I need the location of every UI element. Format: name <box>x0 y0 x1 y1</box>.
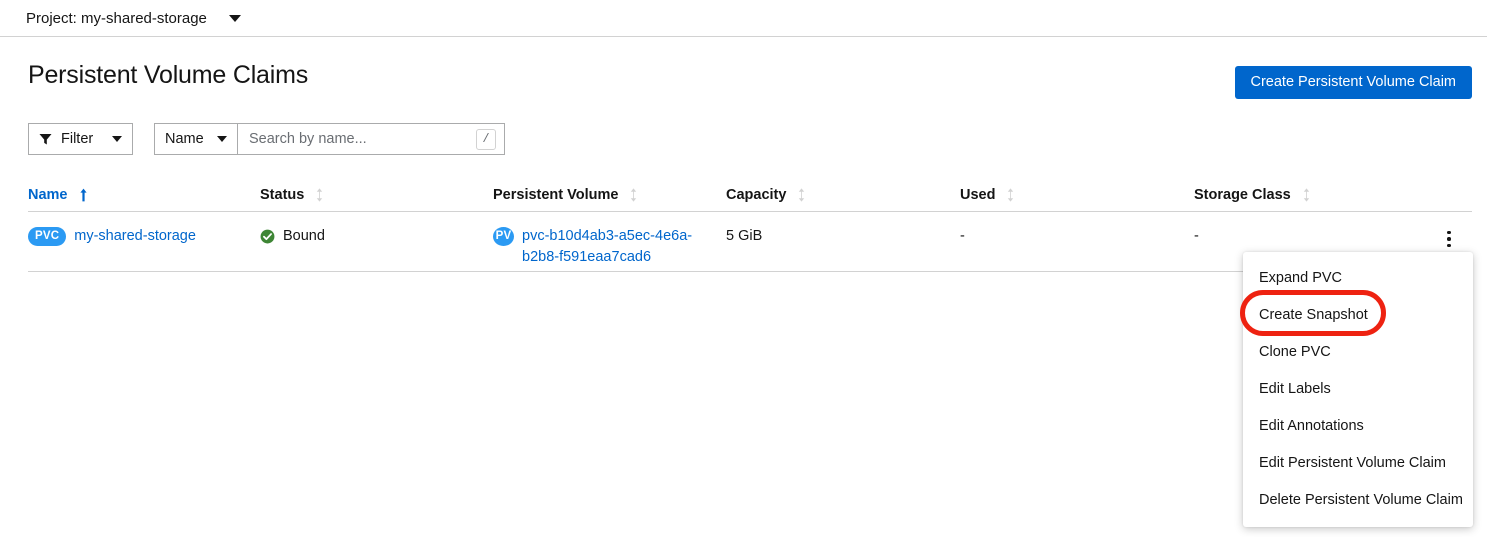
search-box: / <box>237 123 505 155</box>
sort-icon <box>1008 187 1014 202</box>
chevron-down-icon <box>217 136 227 142</box>
menu-item-create-snapshot[interactable]: Create Snapshot <box>1243 297 1473 334</box>
list-toolbar: Filter Name / <box>28 123 505 155</box>
row-actions <box>1426 226 1472 254</box>
create-persistent-volume-claim-button[interactable]: Create Persistent Volume Claim <box>1234 66 1472 99</box>
chevron-down-icon <box>112 136 122 142</box>
cell-used: - <box>960 228 965 244</box>
menu-item-delete-persistent-volume-claim[interactable]: Delete Persistent Volume Claim <box>1243 482 1473 519</box>
column-header-label: Persistent Volume <box>493 186 619 203</box>
column-header-label: Status <box>260 186 305 203</box>
sort-icon <box>317 187 323 202</box>
menu-item-edit-labels[interactable]: Edit Labels <box>1243 371 1473 408</box>
chevron-down-icon <box>228 14 241 22</box>
menu-item-expand-pvc[interactable]: Expand PVC <box>1243 260 1473 297</box>
table-header-row: Name Status Persistent Volume Capacity U… <box>28 178 1472 212</box>
column-header-capacity[interactable]: Capacity <box>726 187 960 203</box>
cell-capacity: 5 GiB <box>726 228 763 244</box>
search-input[interactable] <box>249 131 464 147</box>
search-attribute-label: Name <box>165 131 204 147</box>
column-header-used[interactable]: Used <box>960 187 1194 203</box>
pv-name-link[interactable]: pvc-b10d4ab3-a5ec-4e6a-b2b8-f591eaa7cad6 <box>522 226 707 268</box>
column-header-name[interactable]: Name <box>28 187 260 203</box>
pvc-list-page: Project: my-shared-storage Persistent Vo… <box>0 0 1487 537</box>
pv-badge: PV <box>493 227 514 246</box>
cell-status: Bound <box>260 226 493 247</box>
page-header: Persistent Volume Claims Create Persiste… <box>0 37 1487 99</box>
column-header-status[interactable]: Status <box>260 187 493 203</box>
project-bar: Project: my-shared-storage <box>0 0 1487 37</box>
pvc-name-link[interactable]: my-shared-storage <box>74 226 196 247</box>
filter-label: Filter <box>61 131 94 147</box>
search-attribute-dropdown[interactable]: Name <box>154 123 238 155</box>
sort-icon <box>799 187 805 202</box>
kebab-menu-icon[interactable] <box>1434 224 1464 254</box>
sort-ascending-icon <box>79 188 87 201</box>
funnel-icon <box>39 133 52 146</box>
search-shortcut-badge: / <box>476 128 496 150</box>
sort-icon <box>631 187 637 202</box>
menu-item-edit-persistent-volume-claim[interactable]: Edit Persistent Volume Claim <box>1243 445 1473 482</box>
column-header-label: Capacity <box>726 186 787 203</box>
column-header-persistent-volume[interactable]: Persistent Volume <box>493 187 726 203</box>
cell-name: PVC my-shared-storage <box>28 226 260 247</box>
column-header-label: Used <box>960 186 996 203</box>
row-actions-menu: Expand PVC Create Snapshot Clone PVC Edi… <box>1243 252 1473 527</box>
menu-item-edit-annotations[interactable]: Edit Annotations <box>1243 408 1473 445</box>
column-header-label: Name <box>28 186 68 203</box>
status-label: Bound <box>283 228 325 244</box>
page-title: Persistent Volume Claims <box>28 61 309 89</box>
column-header-storage-class[interactable]: Storage Class <box>1194 187 1426 203</box>
project-selector[interactable]: Project: my-shared-storage <box>26 10 241 27</box>
project-selector-label: Project: my-shared-storage <box>26 9 207 27</box>
column-header-label: Storage Class <box>1194 186 1291 203</box>
check-circle-icon <box>260 229 275 244</box>
filter-dropdown[interactable]: Filter <box>28 123 133 155</box>
cell-storage-class: - <box>1194 228 1199 244</box>
cell-persistent-volume: PV pvc-b10d4ab3-a5ec-4e6a-b2b8-f591eaa7c… <box>493 226 726 268</box>
menu-item-clone-pvc[interactable]: Clone PVC <box>1243 334 1473 371</box>
pvc-badge: PVC <box>28 227 67 246</box>
sort-icon <box>1303 187 1309 202</box>
